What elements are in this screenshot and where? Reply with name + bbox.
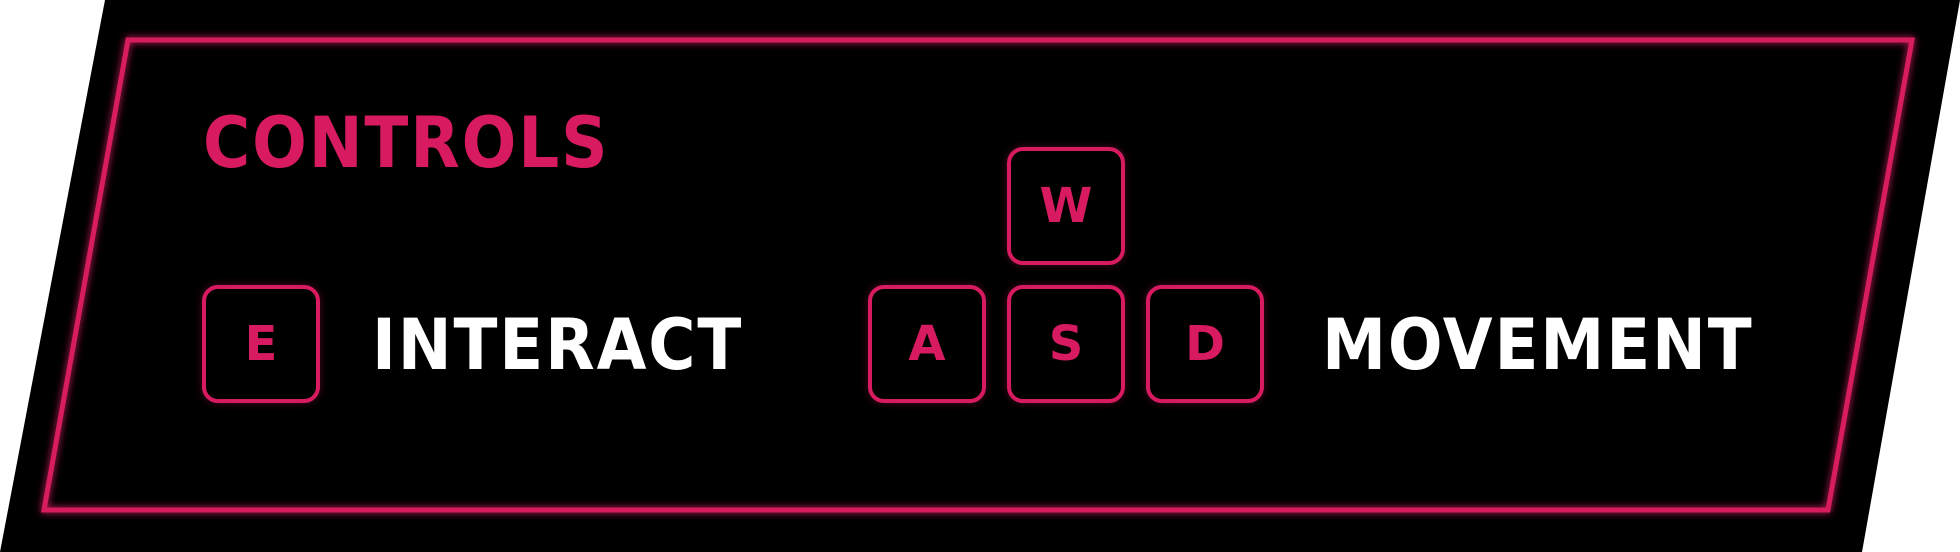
key-w[interactable]: W [1007, 147, 1125, 265]
key-d[interactable]: D [1146, 285, 1264, 403]
panel-frame [0, 0, 1960, 552]
key-s[interactable]: S [1007, 285, 1125, 403]
controls-panel: CONTROLS E INTERACT W A S D MOVEMENT [0, 0, 1960, 552]
controls-title: CONTROLS [203, 102, 610, 184]
key-e[interactable]: E [202, 285, 320, 403]
movement-label: MOVEMENT [1322, 304, 1754, 386]
key-a[interactable]: A [868, 285, 986, 403]
panel-background [0, 0, 1960, 552]
interact-label: INTERACT [372, 304, 744, 386]
